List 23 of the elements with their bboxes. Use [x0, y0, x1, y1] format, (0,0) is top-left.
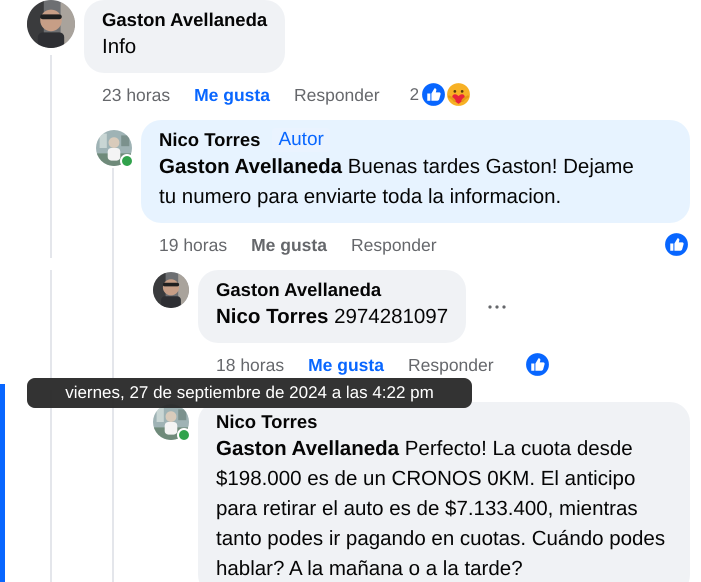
comment-text: Nico Torres 2974281097: [216, 304, 448, 330]
author-name[interactable]: Gaston Avellaneda: [102, 8, 268, 32]
comment-text: Gaston Avellaneda Perfecto! La cuota desde $198.000 es de un CRONOS 0KM. El anticipo para retirar el auto es de $7.133.400, mientras tanto podes ir pagando en cuotas. Cuándo podes hablar? A la mañana o a la tarde?: [216, 436, 666, 582]
thumbs-up-icon: [663, 231, 690, 258]
reaction-count: 2: [410, 84, 420, 106]
author-name[interactable]: Gaston Avellaneda: [216, 278, 382, 302]
timestamp-link[interactable]: 19 horas: [159, 232, 228, 256]
reply-link[interactable]: Responder: [294, 82, 380, 106]
author-name[interactable]: Nico Torres: [159, 128, 260, 152]
reply-link[interactable]: Responder: [350, 232, 437, 256]
hugging-emoji-icon: [445, 81, 472, 108]
like-link[interactable]: Me gusta: [194, 82, 270, 106]
timestamp-link[interactable]: 23 horas: [102, 82, 170, 106]
reply-link[interactable]: Responder: [408, 352, 494, 376]
tooltip: viernes, 27 de septiembre de 2024 a las 4:22 pm: [27, 378, 472, 408]
timestamp-link[interactable]: 18 horas: [216, 352, 284, 376]
thumbs-up-icon: [524, 351, 551, 378]
comment-text: Gaston Avellaneda Buenas tardes Gaston! Dejame tu numero para enviarte toda la informacion.: [159, 154, 635, 210]
like-link[interactable]: Me gusta: [308, 352, 384, 376]
like-link[interactable]: Me gusta: [251, 232, 327, 256]
thumbs-up-icon: [420, 81, 448, 108]
comment-text: Info: [102, 34, 138, 60]
author-name[interactable]: Nico Torres: [216, 410, 318, 434]
